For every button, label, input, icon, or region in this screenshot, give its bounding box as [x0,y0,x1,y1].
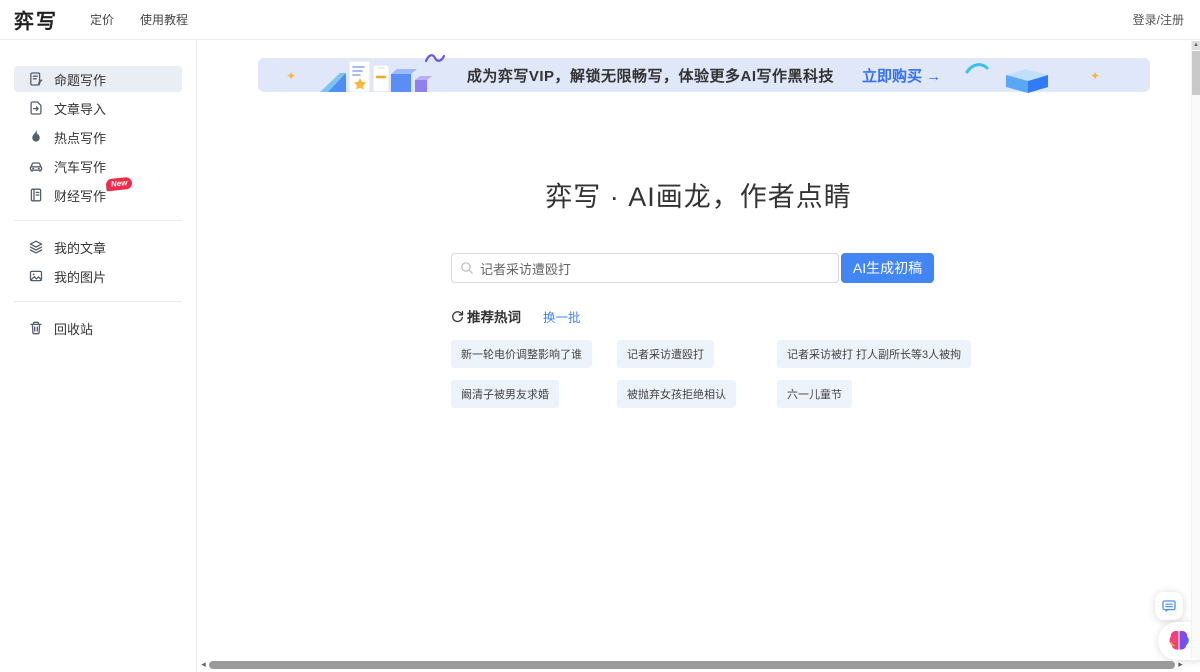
sidebar-item-hot-topic-writing[interactable]: 热点写作 [14,124,182,150]
sidebar-item-recycle-bin[interactable]: 回收站 [14,315,182,341]
topic-input[interactable] [451,253,839,283]
sidebar-item-label: 回收站 [54,319,93,338]
trash-icon [27,320,44,337]
search-input-wrap [451,253,839,283]
vertical-scrollbar[interactable]: ▲ [1191,41,1200,658]
sidebar-item-label: 热点写作 [54,128,106,147]
hotword-chips: 新一轮电价调整影响了谁 记者采访遭殴打 记者采访被打 打人副所长等3人被拘 阚清… [451,340,934,408]
feedback-chat-button[interactable] [1155,592,1183,620]
sidebar-item-label: 我的文章 [54,238,106,257]
sparkle-icon: ✦ [286,70,296,82]
banner-swoosh-decoration [964,61,990,75]
sidebar: 命题写作 文章导入 热点写作 汽车写作 [0,40,197,672]
horizontal-scrollbar[interactable]: ◂ ▸ [198,659,1186,670]
chat-bubble-icon [1161,598,1177,614]
main-panel: ✦ 成为弈写VIP，解锁无 [197,40,1200,672]
buy-now-link[interactable]: 立即购买 → [862,65,941,86]
banner-podium-illustration [320,58,438,92]
content-area: 命题写作 文章导入 热点写作 汽车写作 [0,40,1200,672]
top-bar: 弈写 定价 使用教程 登录/注册 [0,0,1200,40]
hotword-chip[interactable]: 阚清子被男友求婚 [451,380,559,408]
flame-icon [27,129,44,146]
hotword-chip[interactable]: 记者采访遭殴打 [617,340,714,368]
sidebar-item-label: 汽车写作 [54,157,106,176]
search-section: AI生成初稿 推荐热词 换一批 新一轮电价调整影响了谁 记者采访遭殴打 记者采访… [451,253,934,408]
hotword-chip[interactable]: 被抛弃女孩拒绝相认 [617,380,736,408]
hotword-chip[interactable]: 记者采访被打 打人副所长等3人被拘 [777,340,971,368]
car-icon [27,158,44,175]
vip-banner-text: 成为弈写VIP，解锁无限畅写，体验更多AI写作黑科技 [467,65,834,86]
refresh-hotwords-link[interactable]: 换一批 [543,307,581,326]
banner-squiggle-decoration [424,52,446,65]
sidebar-divider [14,301,182,302]
app-logo[interactable]: 弈写 [14,5,58,34]
brain-logo [1166,628,1192,654]
image-icon [27,268,44,285]
sidebar-item-label: 命题写作 [54,70,106,89]
app-window: 弈写 定价 使用教程 登录/注册 命题写作 文章导入 [0,0,1200,672]
scroll-left-arrow[interactable]: ◂ [198,659,209,670]
sparkle-icon: ✦ [1090,70,1100,82]
notebook-pen-icon [27,71,44,88]
scroll-right-arrow[interactable]: ▸ [1175,659,1186,670]
nav-pricing[interactable]: 定价 [90,11,114,28]
sidebar-item-auto-writing[interactable]: 汽车写作 [14,153,182,179]
vip-banner: ✦ 成为弈写VIP，解锁无 [258,58,1150,92]
sidebar-item-article-import[interactable]: 文章导入 [14,95,182,121]
login-register-link[interactable]: 登录/注册 [1133,11,1200,28]
sidebar-item-proposition-writing[interactable]: 命题写作 [14,66,182,92]
banner-box-illustration [1002,67,1052,94]
sidebar-item-label: 我的图片 [54,267,106,286]
search-row: AI生成初稿 [451,253,934,283]
search-icon [460,261,474,275]
scroll-up-arrow[interactable]: ▲ [1192,41,1200,50]
sidebar-item-finance-writing[interactable]: 财经写作 New [14,182,182,208]
refresh-icon [451,310,464,323]
sidebar-item-my-images[interactable]: 我的图片 [14,263,182,289]
hotwords-label: 推荐热词 [467,306,521,326]
top-navigation: 定价 使用教程 [90,11,188,28]
layers-icon [27,239,44,256]
nav-tutorial[interactable]: 使用教程 [140,11,188,28]
sidebar-item-my-articles[interactable]: 我的文章 [14,234,182,260]
hotword-chip[interactable]: 六一儿童节 [777,380,852,408]
horizontal-scrollbar-thumb[interactable] [209,661,1175,669]
hotword-chip[interactable]: 新一轮电价调整影响了谁 [451,340,592,368]
hotwords-header: 推荐热词 换一批 [451,306,934,326]
vertical-scrollbar-thumb[interactable] [1192,51,1200,95]
sidebar-divider [14,220,182,221]
finance-book-icon [27,187,44,204]
article-import-icon [27,100,44,117]
sidebar-item-label: 财经写作 [54,186,106,205]
sidebar-item-label: 文章导入 [54,99,106,118]
page-title: 弈写 · AI画龙，作者点睛 [197,175,1200,214]
ai-generate-draft-button[interactable]: AI生成初稿 [841,253,934,283]
new-badge: New [105,177,133,192]
